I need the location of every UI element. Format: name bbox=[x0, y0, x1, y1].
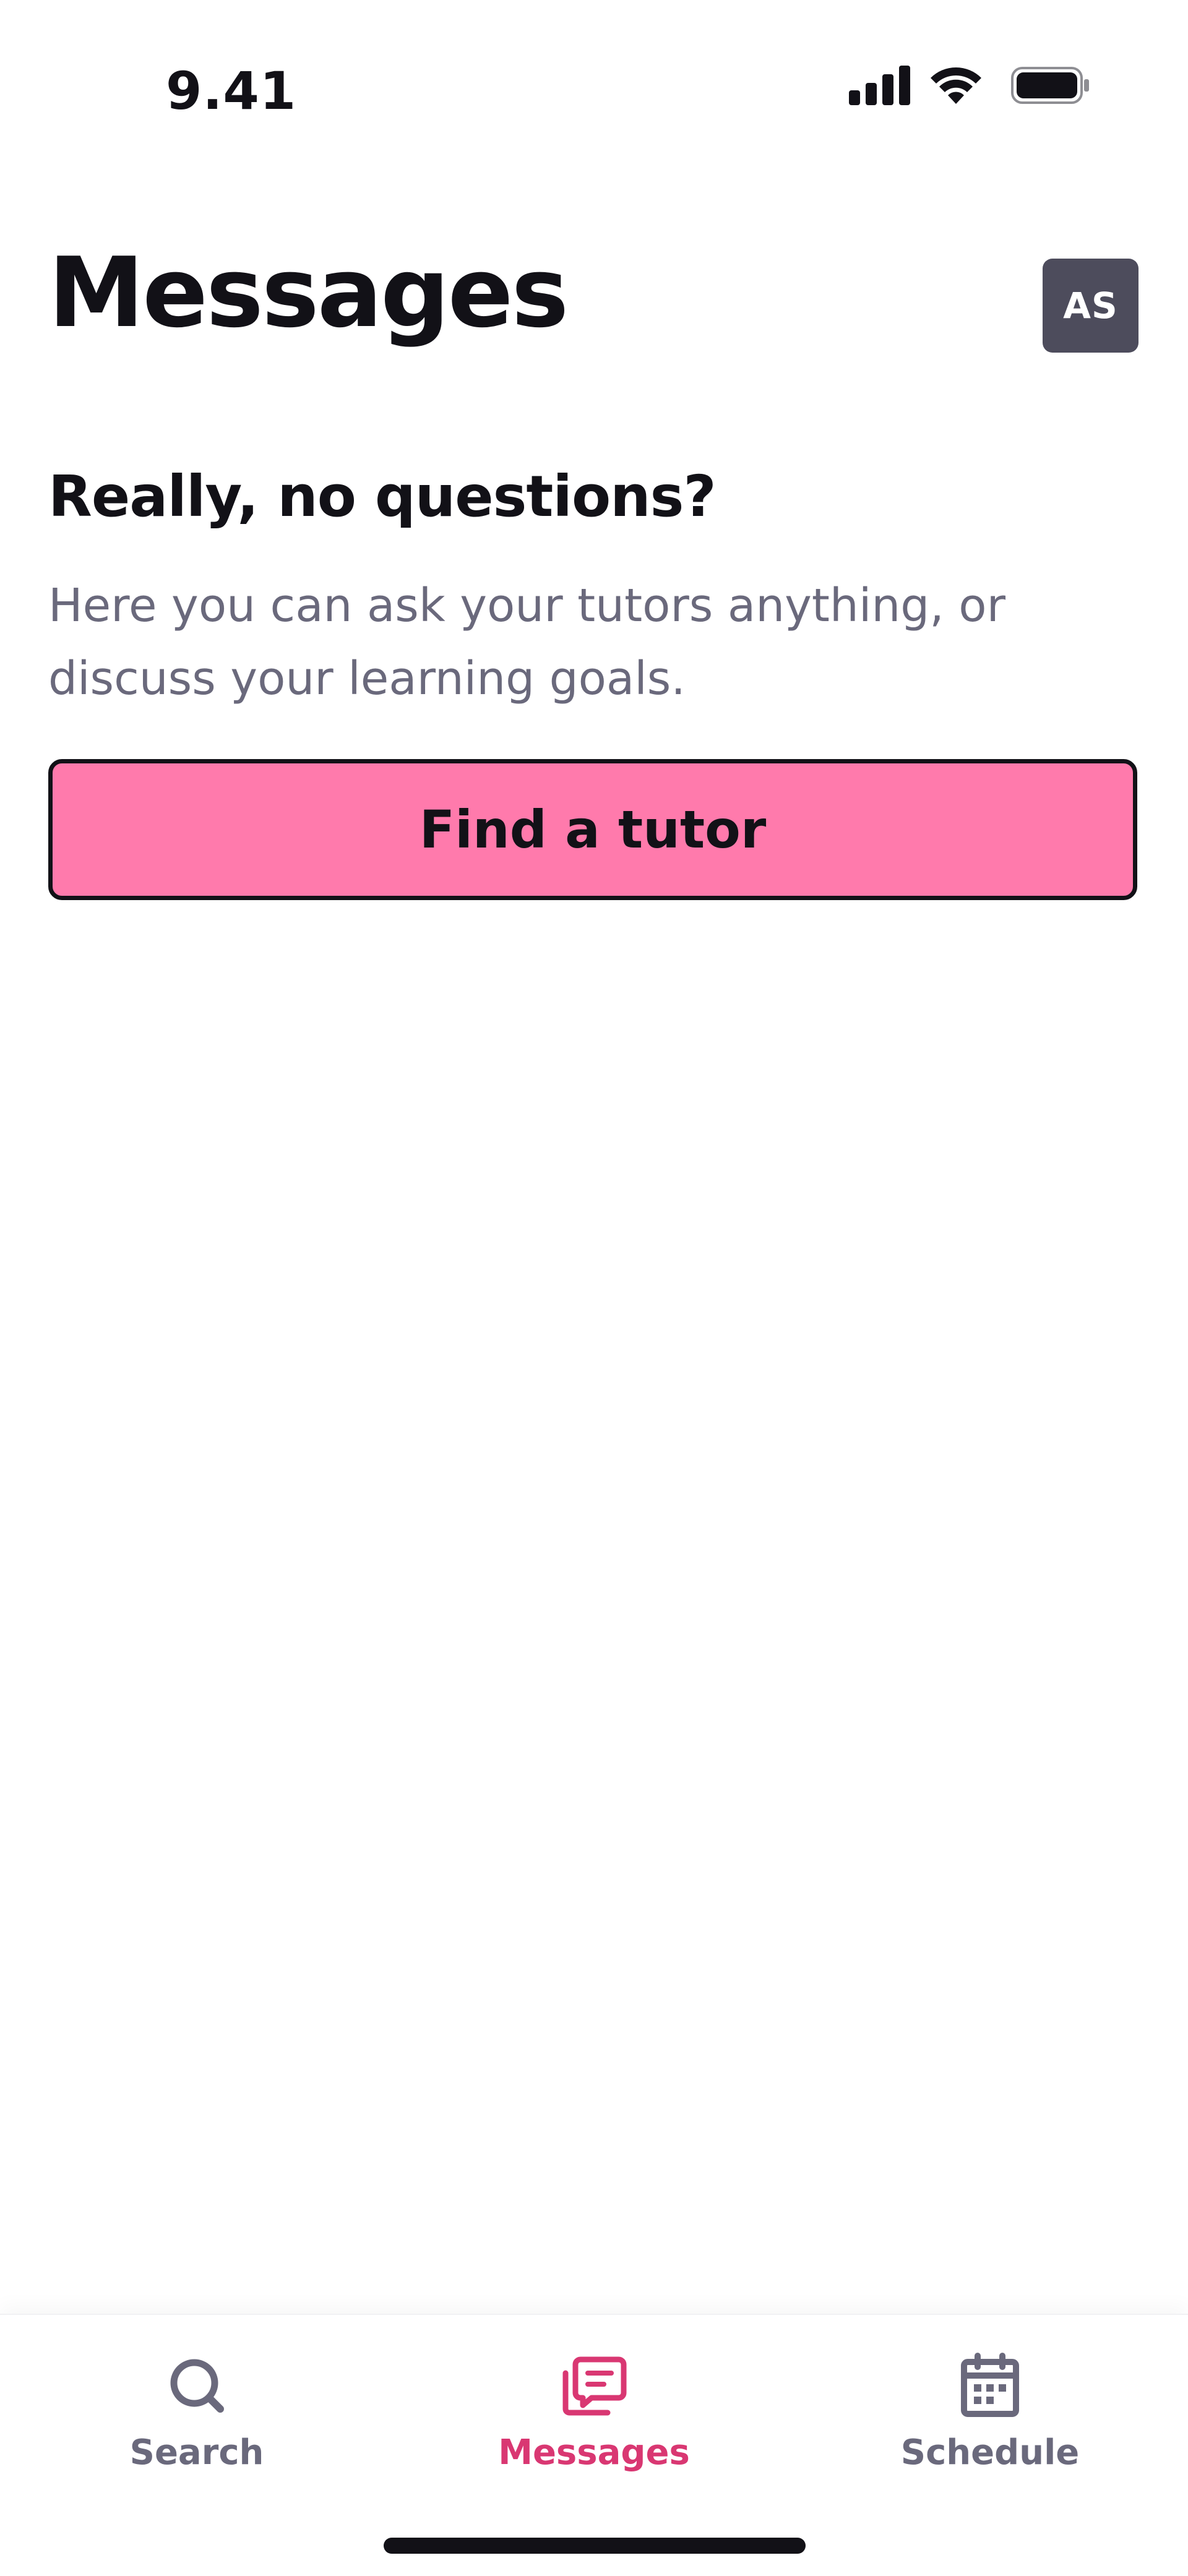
signal-icon bbox=[849, 66, 910, 105]
messages-icon bbox=[562, 2356, 627, 2416]
calendar-icon bbox=[961, 2353, 1019, 2417]
status-icons bbox=[849, 66, 1090, 109]
battery-icon bbox=[1011, 67, 1089, 104]
tab-messages-label: Messages bbox=[498, 2432, 690, 2473]
status-time: 9.41 bbox=[166, 61, 297, 121]
empty-state-description: Here you can ask your tutors anything, o… bbox=[48, 579, 1005, 705]
tab-search[interactable]: Search bbox=[67, 2352, 327, 2501]
search-icon bbox=[170, 2359, 224, 2413]
find-tutor-button[interactable]: Find a tutor bbox=[48, 759, 1137, 900]
tab-schedule-label: Schedule bbox=[900, 2432, 1080, 2473]
page-title: Messages bbox=[48, 236, 569, 349]
tab-schedule[interactable]: Schedule bbox=[860, 2352, 1120, 2501]
tab-search-label: Search bbox=[129, 2432, 264, 2473]
empty-state-heading: Really, no questions? bbox=[48, 463, 717, 530]
wifi-icon bbox=[931, 67, 981, 104]
home-indicator bbox=[384, 2538, 806, 2554]
tab-messages[interactable]: Messages bbox=[464, 2352, 724, 2501]
bottom-tab-bar: Search Messages Schedule bbox=[0, 2314, 1188, 2576]
avatar[interactable]: AS bbox=[1043, 259, 1138, 353]
status-bar: 9.41 bbox=[0, 0, 1188, 173]
